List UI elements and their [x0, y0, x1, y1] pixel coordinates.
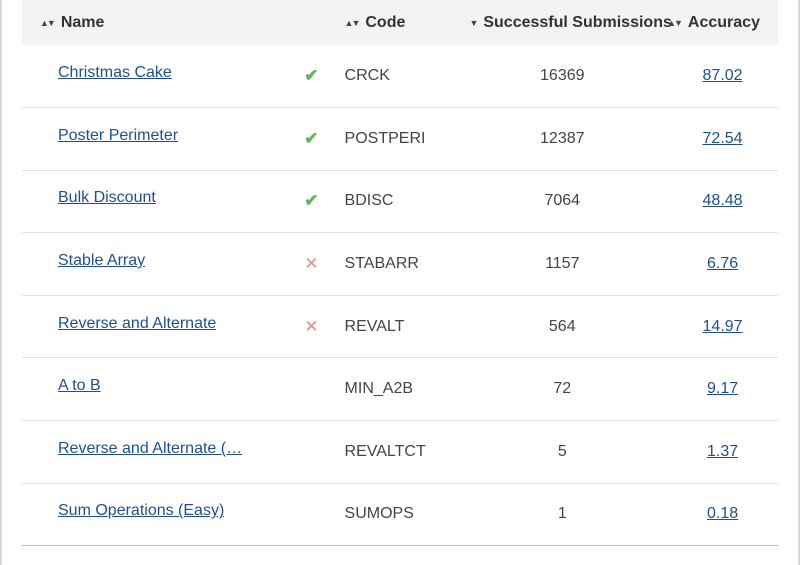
column-header-code-label: Code: [365, 13, 406, 31]
cross-icon: ✕: [304, 316, 319, 336]
status-cell: [304, 421, 344, 484]
column-header-code[interactable]: ▲▼ Code: [345, 0, 458, 45]
successful-submissions: 7064: [544, 192, 581, 210]
successful-submissions: 72: [553, 380, 572, 398]
table-row: Reverse and Alternate ✕ REVALT 564 14.97: [22, 295, 778, 358]
column-header-name[interactable]: ▲▼ Name: [22, 0, 304, 45]
problem-name-link[interactable]: Bulk Discount: [58, 189, 156, 207]
accuracy-link[interactable]: 87.02: [703, 67, 743, 84]
accuracy-link[interactable]: 0.18: [707, 505, 738, 522]
table-row: Sum Operations (Easy) SUMOPS 1 0.18: [22, 483, 778, 546]
problems-table-container: ▲▼ Name ▲▼ Code ▼ Successful Submissions ▲▼…: [22, 0, 778, 546]
accuracy-link[interactable]: 9.17: [707, 380, 738, 397]
problem-code: SUMOPS: [344, 505, 414, 523]
sort-updown-icon[interactable]: ▲▼: [667, 18, 683, 28]
successful-submissions: 12387: [540, 129, 585, 147]
status-cell: ✔: [304, 170, 344, 233]
accuracy-cell: 6.76: [667, 233, 778, 296]
problem-name-cell: Reverse and Alternate: [22, 295, 304, 358]
problem-name-cell: Reverse and Alternate (…: [22, 421, 304, 484]
status-cell: ✕: [304, 233, 344, 296]
successful-submissions: 1: [557, 505, 567, 523]
problem-name-link[interactable]: Poster Perimeter: [58, 127, 178, 145]
problem-name-link[interactable]: Christmas Cake: [58, 64, 172, 82]
column-header-accuracy[interactable]: ▲▼ Accuracy: [667, 0, 778, 45]
problem-code: MIN_A2B: [344, 380, 414, 398]
accuracy-link[interactable]: 6.76: [707, 255, 738, 272]
successful-submissions: 564: [548, 317, 576, 335]
accuracy-cell: 1.37: [667, 421, 778, 484]
problems-table: ▲▼ Name ▲▼ Code ▼ Successful Submissions ▲▼…: [22, 0, 778, 546]
problem-code: REVALT: [344, 317, 405, 335]
accuracy-cell: 14.97: [667, 295, 778, 358]
problem-code: REVALTCT: [344, 442, 426, 460]
table-body: Christmas Cake ✔ CRCK 16369 87.02 Poster Peri…: [22, 45, 778, 546]
problem-name-cell: Bulk Discount: [22, 170, 304, 233]
column-header-name-label: Name: [60, 13, 105, 31]
status-cell: [304, 483, 344, 546]
problem-name-cell: Stable Array: [22, 233, 304, 296]
problem-code: POSTPERI: [344, 129, 426, 147]
problem-name-link[interactable]: Reverse and Alternate: [58, 315, 216, 333]
sort-updown-icon[interactable]: ▲▼: [345, 18, 361, 28]
problem-code: CRCK: [344, 67, 390, 85]
column-header-submissions[interactable]: ▼ Successful Submissions: [457, 0, 671, 45]
problem-name-cell: Sum Operations (Easy): [22, 483, 304, 546]
problem-name-link[interactable]: Sum Operations (Easy): [58, 502, 224, 520]
status-cell: ✔: [304, 108, 344, 171]
accuracy-cell: 9.17: [667, 358, 778, 421]
table-row: Poster Perimeter ✔ POSTPERI 12387 72.54: [22, 108, 778, 171]
table-row: A to B MIN_A2B 72 9.17: [22, 358, 778, 421]
status-cell: [304, 358, 344, 421]
status-cell: ✔: [304, 45, 344, 108]
check-icon: ✔: [304, 128, 319, 148]
accuracy-link[interactable]: 14.97: [703, 318, 743, 335]
problem-name-link[interactable]: A to B: [58, 377, 101, 395]
table-row: Reverse and Alternate (… REVALTCT 5 1.37: [22, 421, 778, 484]
accuracy-link[interactable]: 72.54: [703, 130, 743, 147]
problem-code: STABARR: [344, 255, 419, 273]
table-row: Stable Array ✕ STABARR 1157 6.76: [22, 233, 778, 296]
sort-updown-icon[interactable]: ▲▼: [40, 18, 56, 28]
problem-name-cell: A to B: [22, 358, 304, 421]
column-header-submissions-label: Successful Submissions: [483, 13, 672, 31]
accuracy-cell: 0.18: [667, 483, 778, 546]
accuracy-cell: 87.02: [667, 45, 778, 108]
cross-icon: ✕: [304, 254, 319, 274]
successful-submissions: 1157: [545, 255, 580, 273]
successful-submissions: 16369: [540, 67, 585, 85]
column-header-accuracy-label: Accuracy: [687, 13, 760, 31]
frame-left-border: [0, 0, 2, 565]
column-header-status: [304, 0, 344, 45]
table-row: Christmas Cake ✔ CRCK 16369 87.02: [22, 45, 778, 108]
problem-name-cell: Christmas Cake: [22, 45, 304, 108]
problem-name-link[interactable]: Stable Array: [58, 252, 145, 270]
check-icon: ✔: [304, 191, 319, 211]
sort-desc-icon[interactable]: ▼: [469, 18, 478, 28]
header-row: ▲▼ Name ▲▼ Code ▼ Successful Submissions ▲▼…: [22, 0, 778, 45]
problem-name-cell: Poster Perimeter: [22, 108, 304, 171]
table-header: ▲▼ Name ▲▼ Code ▼ Successful Submissions ▲▼…: [22, 0, 778, 45]
status-cell: ✕: [304, 295, 344, 358]
accuracy-cell: 72.54: [667, 108, 778, 171]
accuracy-link[interactable]: 48.48: [703, 192, 743, 209]
problem-name-link[interactable]: Reverse and Alternate (…: [58, 440, 242, 458]
accuracy-cell: 48.48: [667, 170, 778, 233]
accuracy-link[interactable]: 1.37: [707, 443, 738, 460]
table-row: Bulk Discount ✔ BDISC 7064 48.48: [22, 170, 778, 233]
successful-submissions: 5: [557, 442, 567, 460]
problem-code: BDISC: [344, 192, 394, 210]
check-icon: ✔: [304, 66, 319, 86]
